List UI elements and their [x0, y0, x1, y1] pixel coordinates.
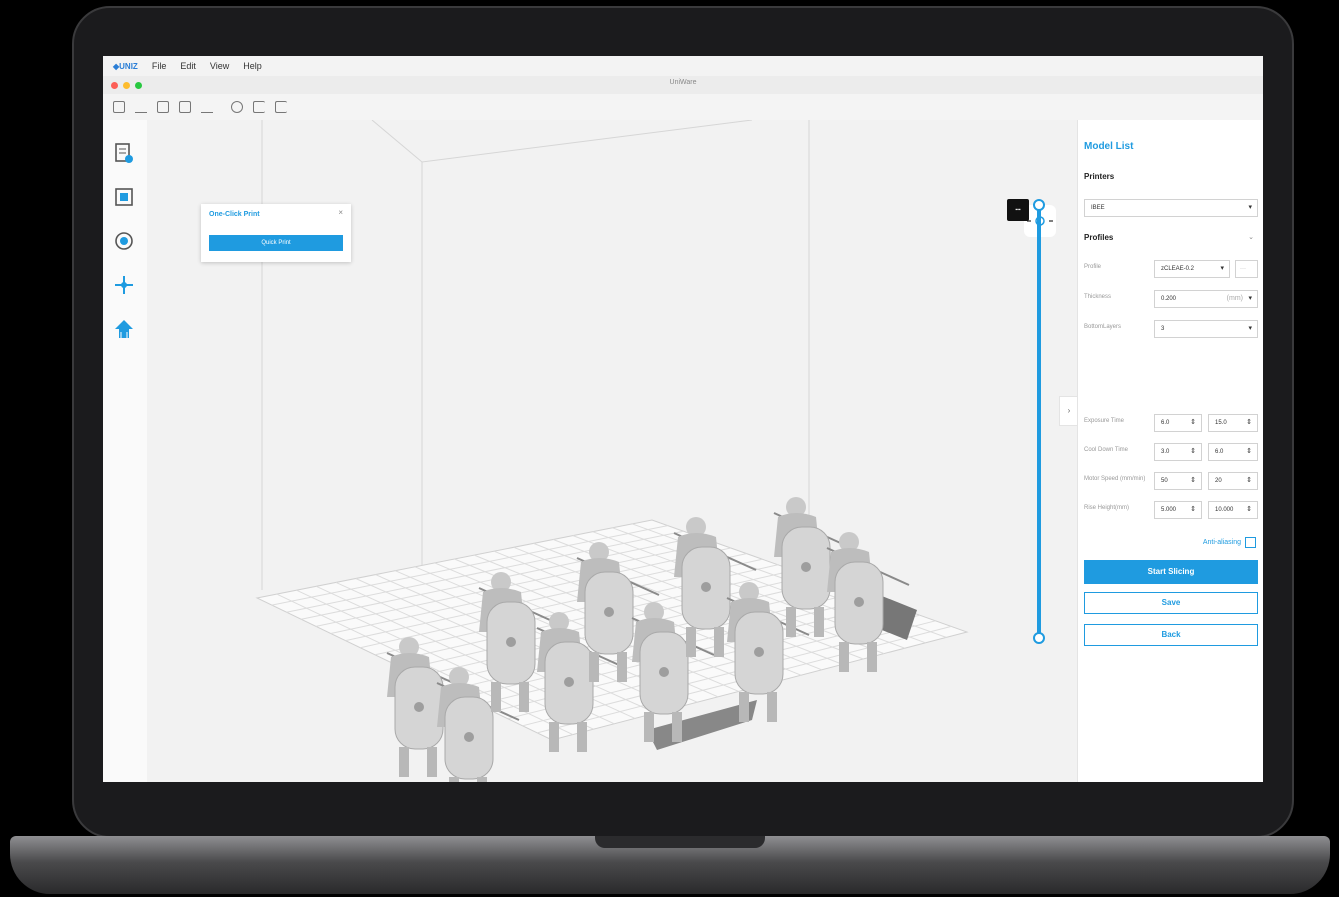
stepper-icon[interactable]: ⇕: [1190, 444, 1196, 460]
save-button[interactable]: Save: [1084, 592, 1258, 614]
settings-icon[interactable]: [231, 101, 243, 113]
param-max-field[interactable]: 10.000 ⇕: [1208, 501, 1258, 519]
menu-edit[interactable]: Edit: [180, 61, 196, 71]
anti-aliasing-toggle[interactable]: Anti-aliasing: [1203, 537, 1256, 548]
scale-icon[interactable]: [113, 186, 135, 208]
model-panel: Model List Printers IBEE ▾ Profiles ⌄ Pro…: [1077, 120, 1263, 782]
anti-aliasing-checkbox[interactable]: [1245, 537, 1256, 548]
profiles-label: Profiles: [1084, 233, 1114, 242]
layer-slider[interactable]: [1037, 201, 1041, 637]
chevron-down-icon: ▾: [1248, 204, 1252, 211]
quick-print-button[interactable]: Quick Print: [209, 235, 343, 251]
param-max-value: 20: [1215, 478, 1222, 484]
window-title: UniWare: [669, 79, 697, 86]
param-min-field[interactable]: 5.000 ⇕: [1154, 501, 1202, 519]
profile-value: zCLEAE-0.2: [1161, 266, 1195, 272]
undo-icon[interactable]: [253, 101, 265, 113]
param-label: Exposure Time: [1084, 418, 1125, 424]
one-click-title: One-Click Print: [209, 211, 260, 218]
param-min-value: 50: [1161, 478, 1168, 484]
chevron-down-icon: ▾: [1220, 265, 1224, 272]
profile-label: Profile: [1084, 264, 1102, 270]
panel-title: Model List: [1084, 141, 1134, 152]
start-slicing-button[interactable]: Start Slicing: [1084, 560, 1258, 584]
collapse-panel-button[interactable]: ›: [1059, 396, 1079, 426]
thickness-value: 0.200: [1161, 296, 1177, 302]
thickness-field[interactable]: 0.200 (mm) ▾: [1154, 290, 1258, 308]
param-min-value: 5.000: [1161, 507, 1177, 513]
bottom-layers-label: BottomLayers: [1084, 324, 1122, 330]
bottom-layers-select[interactable]: 3 ▾: [1154, 320, 1258, 338]
save-as-icon[interactable]: [179, 101, 191, 113]
param-max-field[interactable]: 20 ⇕: [1208, 472, 1258, 490]
menu-help[interactable]: Help: [243, 61, 262, 71]
uniz-logo: ◆UNIZ: [113, 61, 138, 71]
param-min-value: 3.0: [1161, 449, 1170, 455]
edit-model-icon[interactable]: [113, 142, 135, 164]
profile-select[interactable]: zCLEAE-0.2 ▾: [1154, 260, 1230, 278]
param-max-field[interactable]: 6.0 ⇕: [1208, 443, 1258, 461]
layer-height-tag: ▪▪▪: [1007, 199, 1029, 221]
rotate-icon[interactable]: [113, 230, 135, 252]
tool-rail: [103, 120, 148, 782]
one-click-print-card: One-Click Print × Quick Print: [201, 204, 351, 262]
import-icon[interactable]: [135, 101, 147, 113]
layer-slider-bottom-handle[interactable]: [1033, 632, 1045, 644]
printer-select[interactable]: IBEE ▾: [1084, 199, 1258, 217]
stepper-icon[interactable]: ⇕: [1190, 473, 1196, 489]
menu-view[interactable]: View: [210, 61, 229, 71]
menu-bar: ◆UNIZ File Edit View Help: [103, 56, 1263, 76]
printer-value: IBEE: [1091, 205, 1105, 211]
stepper-icon[interactable]: ⇕: [1246, 444, 1252, 460]
param-max-field[interactable]: 15.0 ⇕: [1208, 414, 1258, 432]
param-min-field[interactable]: 50 ⇕: [1154, 472, 1202, 490]
toolbar: [103, 94, 1263, 121]
param-label: Rise Height(mm): [1084, 505, 1130, 511]
chevron-down-icon: ▾: [1248, 295, 1252, 302]
redo-icon[interactable]: [275, 101, 287, 113]
chevron-down-icon[interactable]: ⌄: [1248, 233, 1254, 241]
close-icon[interactable]: ×: [338, 208, 343, 217]
thickness-label: Thickness: [1084, 294, 1112, 300]
app-window: ◆UNIZ File Edit View Help UniWare One-Cl…: [103, 56, 1263, 782]
open-file-icon[interactable]: [113, 101, 125, 113]
param-max-value: 10.000: [1215, 507, 1234, 513]
support-icon[interactable]: [113, 318, 135, 340]
stepper-icon[interactable]: ⇕: [1246, 502, 1252, 518]
export-icon[interactable]: [201, 101, 213, 113]
printers-label: Printers: [1084, 172, 1115, 181]
param-max-value: 15.0: [1215, 420, 1227, 426]
title-bar: UniWare: [103, 76, 1263, 95]
stepper-icon[interactable]: ⇕: [1246, 473, 1252, 489]
chevron-down-icon: ▾: [1248, 325, 1252, 332]
back-button[interactable]: Back: [1084, 624, 1258, 646]
laptop-base: [10, 836, 1330, 894]
stepper-icon[interactable]: ⇕: [1190, 502, 1196, 518]
stepper-icon[interactable]: ⇕: [1190, 415, 1196, 431]
stepper-icon[interactable]: ⇕: [1246, 415, 1252, 431]
param-min-field[interactable]: 3.0 ⇕: [1154, 443, 1202, 461]
param-min-value: 6.0: [1161, 420, 1170, 426]
param-min-field[interactable]: 6.0 ⇕: [1154, 414, 1202, 432]
menu-file[interactable]: File: [152, 61, 167, 71]
param-label: Cool Down Time: [1084, 447, 1129, 453]
laptop-notch: [595, 836, 765, 848]
thickness-unit: (mm): [1226, 295, 1243, 302]
profile-more-button[interactable]: ···: [1235, 260, 1258, 278]
param-label: Motor Speed (mm/min): [1084, 476, 1146, 482]
anti-aliasing-label: Anti-aliasing: [1202, 539, 1241, 546]
bottom-layers-value: 3: [1161, 326, 1165, 332]
param-max-value: 6.0: [1215, 449, 1224, 455]
move-icon[interactable]: [113, 274, 135, 296]
save-file-icon[interactable]: [157, 101, 169, 113]
layer-slider-top-handle[interactable]: [1033, 199, 1045, 211]
3d-viewport[interactable]: One-Click Print × Quick Print: [147, 120, 1077, 782]
